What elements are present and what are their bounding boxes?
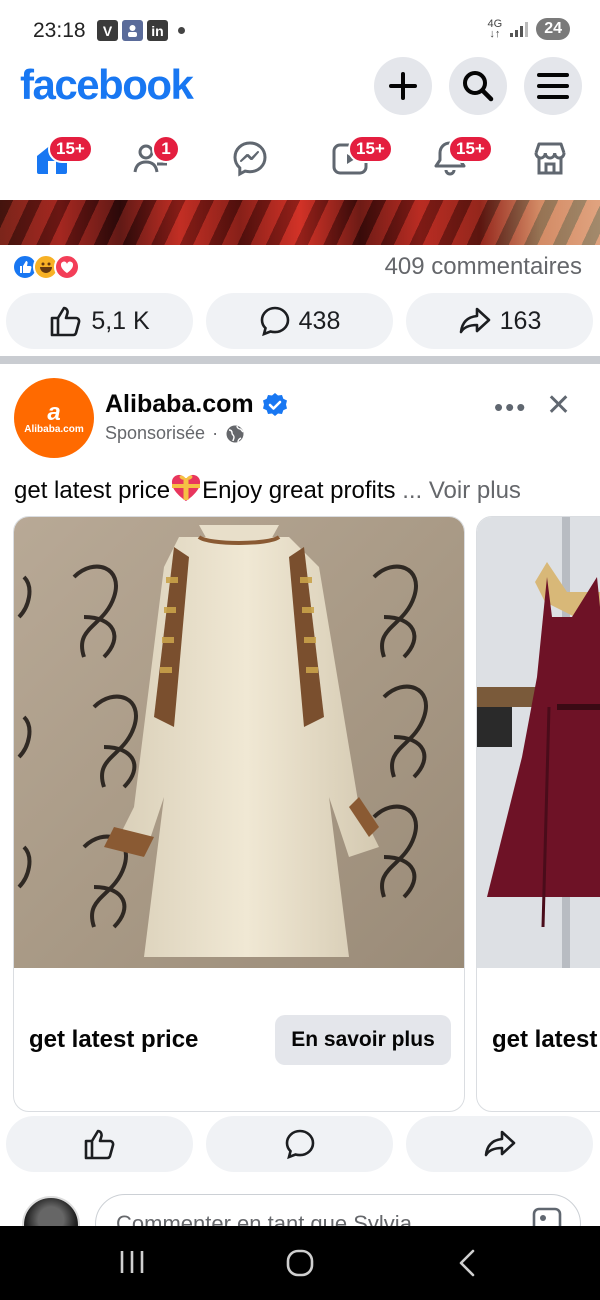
- ad-carousel[interactable]: get latest price En savoir plus get late…: [0, 516, 600, 1114]
- tab-friends[interactable]: 1: [120, 135, 180, 181]
- comment-button[interactable]: 438: [206, 293, 393, 349]
- tab-video[interactable]: 15+: [320, 135, 393, 181]
- home-badge: 15+: [48, 135, 93, 163]
- love-reaction-icon: [54, 254, 80, 280]
- previous-post-actions: 5,1 K 438 163: [0, 293, 600, 351]
- menu-icon: [537, 73, 569, 99]
- share-button[interactable]: 163: [406, 293, 593, 349]
- linkedin-icon: in: [147, 20, 168, 41]
- home-button[interactable]: [285, 1248, 315, 1283]
- like-button[interactable]: [6, 1116, 193, 1172]
- notification-dot-icon: [178, 27, 185, 34]
- page-name[interactable]: Alibaba.com: [105, 390, 288, 419]
- avatar-app-icon: [122, 20, 143, 41]
- see-more-link[interactable]: ... Voir plus: [402, 477, 521, 504]
- share-icon: [459, 307, 490, 334]
- menu-button[interactable]: [524, 57, 582, 115]
- search-icon: [463, 71, 494, 102]
- system-navigation-bar: [0, 1226, 600, 1300]
- like-button[interactable]: 5,1 K: [6, 293, 193, 349]
- card-headline: get latest price: [492, 1026, 600, 1053]
- comment-button[interactable]: [206, 1116, 393, 1172]
- avatar-label: Alibaba.com: [24, 423, 84, 435]
- carousel-card[interactable]: get latest price En savoir plus: [13, 516, 465, 1112]
- share-icon: [484, 1130, 515, 1157]
- tab-messenger[interactable]: [220, 135, 280, 181]
- comment-icon: [285, 1129, 314, 1160]
- alibaba-avatar[interactable]: a Alibaba.com: [14, 378, 94, 458]
- feed-separator: [0, 356, 600, 364]
- plus-icon: [389, 72, 417, 100]
- share-count: 163: [499, 306, 542, 335]
- recent-apps-icon: [120, 1251, 144, 1273]
- status-right: 4G ↓↑ 24: [488, 18, 570, 40]
- network-label: 4G ↓↑: [487, 18, 503, 40]
- main-navigation: 15+ 1 15+ 15+: [0, 125, 600, 195]
- status-app-icons: V in: [97, 20, 185, 41]
- status-time: 23:18: [33, 19, 86, 42]
- previous-post-image[interactable]: [0, 200, 600, 245]
- post-text-part1: get latest price: [14, 477, 171, 504]
- verified-badge-icon: [262, 392, 287, 416]
- back-button[interactable]: [457, 1248, 477, 1283]
- card-footer: get latest price: [477, 968, 600, 1111]
- status-bar: 23:18 V in 4G ↓↑ 24: [0, 0, 600, 62]
- gift-heart-icon: [170, 474, 202, 509]
- share-button[interactable]: [406, 1116, 593, 1172]
- comments-count[interactable]: 409 commentaires: [385, 253, 582, 281]
- page-name-text: Alibaba.com: [105, 390, 254, 418]
- post-text-part2: Enjoy great profits: [202, 477, 396, 504]
- close-icon[interactable]: ✕: [546, 388, 571, 423]
- carousel-card[interactable]: get latest price: [476, 516, 600, 1112]
- globe-icon: [226, 425, 244, 442]
- more-options-icon[interactable]: •••: [494, 392, 527, 423]
- alibaba-logo-icon: a: [47, 398, 61, 426]
- post-meta: Sponsorisée ·: [105, 423, 245, 444]
- signal-icon: [510, 21, 529, 37]
- facebook-logo[interactable]: facebook: [20, 61, 194, 109]
- tab-notifications[interactable]: 15+: [420, 135, 493, 181]
- comment-count: 438: [298, 306, 341, 335]
- sponsored-label[interactable]: Sponsorisée: [105, 423, 205, 444]
- tab-marketplace[interactable]: [520, 135, 580, 181]
- home-circle-icon: [286, 1249, 314, 1277]
- like-count: 5,1 K: [91, 306, 150, 335]
- reactions-summary[interactable]: 409 commentaires: [0, 248, 600, 284]
- search-button[interactable]: [449, 57, 507, 115]
- dress-image[interactable]: [14, 517, 464, 968]
- comment-icon: [260, 306, 289, 337]
- ad-post-actions: [0, 1116, 600, 1174]
- reaction-icons: [12, 254, 80, 280]
- marketplace-icon: [534, 142, 566, 175]
- battery-indicator: 24: [536, 18, 570, 40]
- back-icon: [459, 1249, 475, 1277]
- post-text: get latest price Enjoy great profits ... …: [14, 474, 521, 509]
- notifications-badge: 15+: [448, 135, 493, 163]
- card-headline: get latest price: [29, 1026, 199, 1053]
- learn-more-button[interactable]: En savoir plus: [275, 1015, 451, 1065]
- dress-image[interactable]: [477, 517, 600, 968]
- messenger-icon: [233, 141, 267, 177]
- friends-badge: 1: [152, 135, 180, 163]
- create-button[interactable]: [374, 57, 432, 115]
- video-badge: 15+: [348, 135, 393, 163]
- thumbs-up-icon: [51, 306, 81, 337]
- app-header: facebook: [0, 55, 600, 117]
- ad-post-header: a Alibaba.com Alibaba.com Sponsorisée · …: [0, 372, 600, 458]
- card-footer: get latest price En savoir plus: [14, 968, 464, 1111]
- v-app-icon: V: [97, 20, 118, 41]
- tab-home[interactable]: 15+: [22, 135, 93, 181]
- thumbs-up-icon: [84, 1129, 114, 1160]
- recent-apps-button[interactable]: [119, 1248, 145, 1281]
